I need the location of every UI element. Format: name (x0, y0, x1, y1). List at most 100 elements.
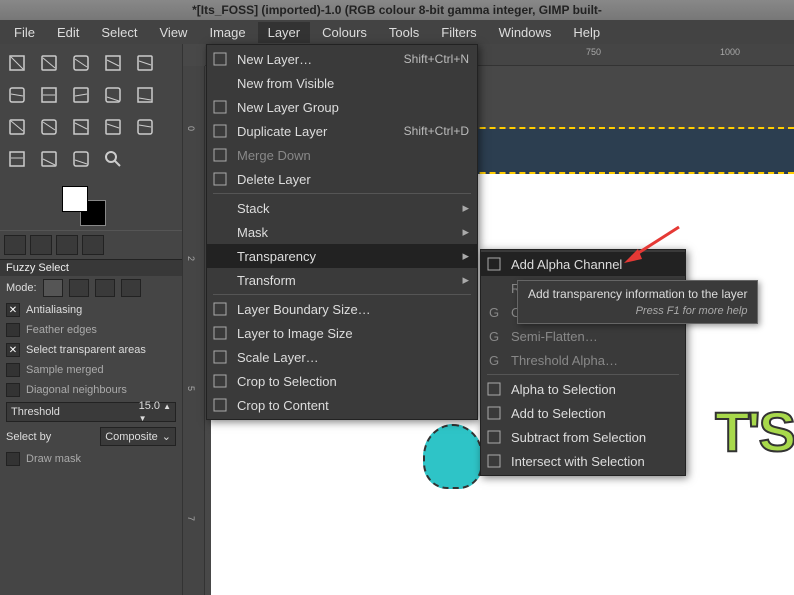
alpha-icon (485, 256, 503, 272)
menu-item-mask[interactable]: Mask▸ (207, 220, 477, 244)
checkbox[interactable] (6, 363, 20, 377)
group-icon (211, 99, 229, 115)
submenu-arrow-icon: ▸ (462, 224, 469, 240)
menu-help[interactable]: Help (563, 22, 610, 43)
dock-tabs (0, 230, 182, 260)
zoom-tool[interactable] (66, 144, 96, 174)
menu-item-transform[interactable]: Transform▸ (207, 268, 477, 292)
move-tool[interactable] (2, 48, 32, 78)
menu-item-alpha-to-selection[interactable]: Alpha to Selection (481, 377, 685, 401)
submenu-arrow-icon: ▸ (462, 272, 469, 288)
tab-tool-options[interactable] (4, 235, 26, 255)
checkbox[interactable]: ✕ (6, 303, 20, 317)
option-feather-edges[interactable]: Feather edges (0, 320, 182, 340)
toolbox-panel: Fuzzy Select Mode: ✕AntialiasingFeather … (0, 44, 183, 595)
rect-select-tool[interactable] (34, 48, 64, 78)
menu-file[interactable]: File (4, 22, 45, 43)
menu-item-threshold-alpha-: GThreshold Alpha… (481, 348, 685, 372)
shear-tool[interactable] (98, 80, 128, 110)
menu-item-subtract-from-selection[interactable]: Subtract from Selection (481, 425, 685, 449)
fuzzy-tool[interactable] (98, 48, 128, 78)
erase-tool[interactable] (2, 144, 32, 174)
tooltip-text: Add transparency information to the laye… (528, 287, 747, 301)
menu-tools[interactable]: Tools (379, 22, 429, 43)
select-by-dropdown[interactable]: Composite ⌄ (100, 427, 176, 446)
checkbox[interactable]: ✕ (6, 343, 20, 357)
crop-icon (211, 373, 229, 389)
menu-windows[interactable]: Windows (489, 22, 562, 43)
gegl-icon: G (485, 352, 503, 368)
menu-item-semi-flatten-: GSemi-Flatten… (481, 324, 685, 348)
menu-view[interactable]: View (150, 22, 198, 43)
align-tool[interactable] (2, 112, 32, 142)
sel-icon (485, 381, 503, 397)
annotation-arrow (624, 225, 684, 265)
canvas-logo-text: T'S (715, 399, 794, 464)
checkbox[interactable] (6, 323, 20, 337)
menu-item-new-layer-group[interactable]: New Layer Group (207, 95, 477, 119)
menu-item-layer-to-image-size[interactable]: Layer to Image Size (207, 321, 477, 345)
menu-item-layer-boundary-size-[interactable]: Layer Boundary Size… (207, 297, 477, 321)
menu-item-delete-layer[interactable]: Delete Layer (207, 167, 477, 191)
smudge-tool[interactable] (130, 112, 160, 142)
foreground-color[interactable] (62, 186, 88, 212)
bound-icon (211, 301, 229, 317)
mode-add[interactable] (69, 279, 89, 297)
rotate-tool[interactable] (34, 80, 64, 110)
paint-tool[interactable] (66, 112, 96, 142)
menu-edit[interactable]: Edit (47, 22, 89, 43)
sel-icon (485, 453, 503, 469)
menu-item-crop-to-selection[interactable]: Crop to Selection (207, 369, 477, 393)
blank-icon (211, 200, 229, 216)
submenu-arrow-icon: ▸ (462, 248, 469, 264)
option-sample-merged[interactable]: Sample merged (0, 360, 182, 380)
clone-tool[interactable] (98, 112, 128, 142)
lasso-tool[interactable] (66, 48, 96, 78)
menu-colours[interactable]: Colours (312, 22, 377, 43)
flip-tool[interactable] (66, 80, 96, 110)
fit-icon (211, 325, 229, 341)
text-tool[interactable] (34, 112, 64, 142)
option-antialiasing[interactable]: ✕Antialiasing (0, 300, 182, 320)
tooltip: Add transparency information to the laye… (517, 280, 758, 324)
menu-layer[interactable]: Layer (258, 22, 311, 43)
menu-item-new-layer-[interactable]: New Layer…Shift+Ctrl+N (207, 47, 477, 71)
color-swatches[interactable] (0, 178, 182, 230)
mode-row: Mode: (0, 276, 182, 300)
menu-item-add-to-selection[interactable]: Add to Selection (481, 401, 685, 425)
gegl-icon: G (485, 328, 503, 344)
option-select-transparent-areas[interactable]: ✕Select transparent areas (0, 340, 182, 360)
zoom-tool[interactable] (98, 144, 128, 174)
color-select-tool[interactable] (130, 48, 160, 78)
menu-item-duplicate-layer[interactable]: Duplicate LayerShift+Ctrl+D (207, 119, 477, 143)
tab-images[interactable] (82, 235, 104, 255)
threshold-field[interactable]: Threshold 15.0 ▲▼ (6, 402, 176, 422)
merge-icon (211, 147, 229, 163)
window-title: *[Its_FOSS] (imported)-1.0 (RGB colour 8… (0, 0, 794, 20)
checkbox[interactable] (6, 383, 20, 397)
draw-mask-row[interactable]: Draw mask (0, 449, 182, 469)
menu-image[interactable]: Image (199, 22, 255, 43)
option-diagonal-neighbours[interactable]: Diagonal neighbours (0, 380, 182, 400)
menu-item-intersect-with-selection[interactable]: Intersect with Selection (481, 449, 685, 473)
menu-select[interactable]: Select (91, 22, 147, 43)
perspective-tool[interactable] (130, 80, 160, 110)
checkbox-draw-mask[interactable] (6, 452, 20, 466)
tab-history[interactable] (56, 235, 78, 255)
menu-item-new-from-visible[interactable]: New from Visible (207, 71, 477, 95)
measure-tool[interactable] (34, 144, 64, 174)
menu-item-scale-layer-[interactable]: Scale Layer… (207, 345, 477, 369)
menu-item-crop-to-content[interactable]: Crop to Content (207, 393, 477, 417)
separator (213, 193, 471, 194)
menu-item-transparency[interactable]: Transparency▸ (207, 244, 477, 268)
menu-item-stack[interactable]: Stack▸ (207, 196, 477, 220)
mode-subtract[interactable] (95, 279, 115, 297)
mode-intersect[interactable] (121, 279, 141, 297)
mode-replace[interactable] (43, 279, 63, 297)
tooltip-hint: Press F1 for more help (528, 305, 747, 317)
tab-device-status[interactable] (30, 235, 52, 255)
crop-tool[interactable] (2, 80, 32, 110)
ruler-vertical[interactable]: 0257 (183, 66, 205, 595)
menu-filters[interactable]: Filters (431, 22, 486, 43)
menu-item-merge-down: Merge Down (207, 143, 477, 167)
